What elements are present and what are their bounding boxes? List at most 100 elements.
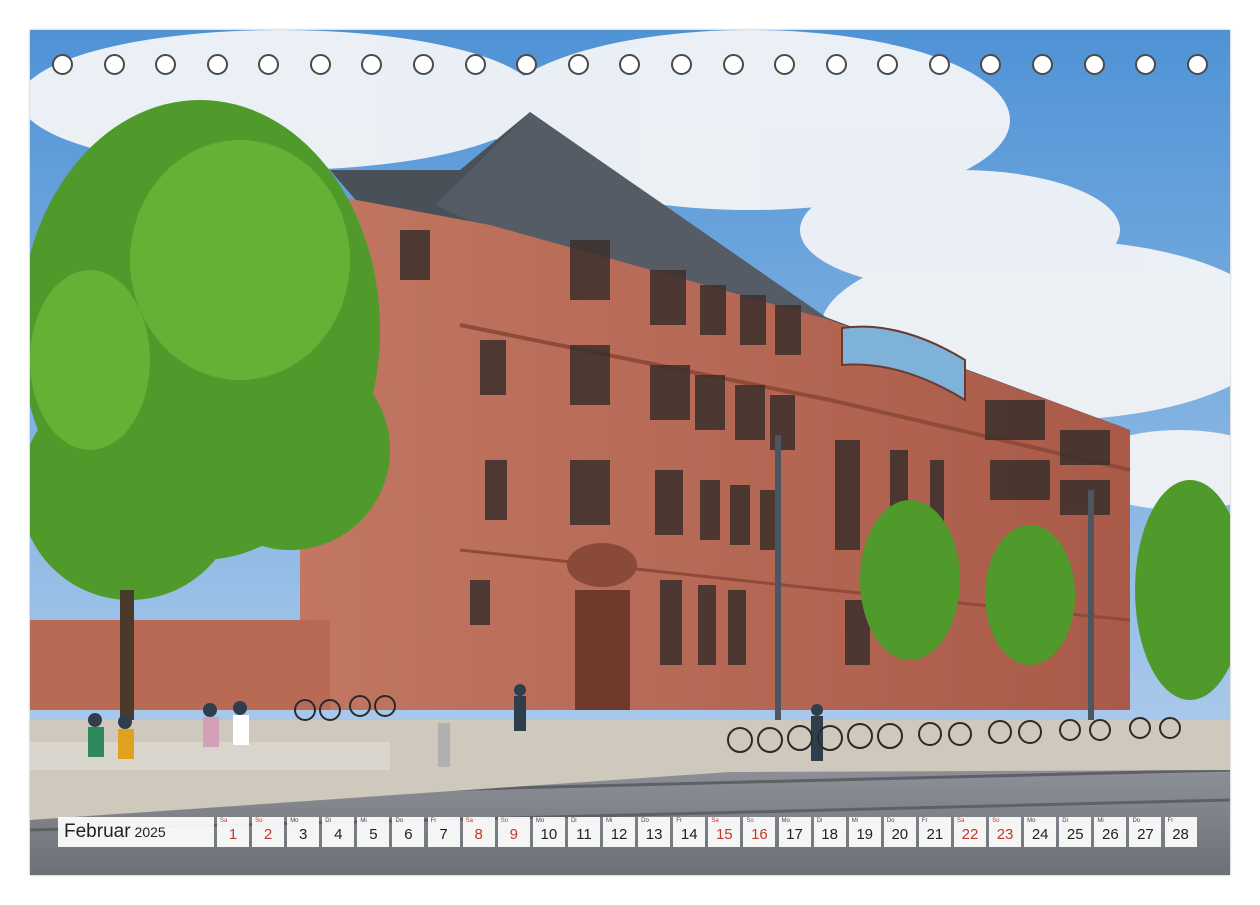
day-weekday: Fr <box>676 818 682 824</box>
day-weekday: Do <box>1132 818 1141 824</box>
day-weekday: Do <box>395 818 404 824</box>
day-weekday: Di <box>1062 818 1068 824</box>
day-cells: Sa 1 So 2 Mo 3 Di 4 Mi 5 Do 6 Fr 7 Sa 8 So 9 Mo 10 Di 11 Mi 12 D… <box>217 817 1197 847</box>
day-cell: Di 25 <box>1059 817 1092 847</box>
binding-hole <box>103 54 125 75</box>
binding-hole <box>1186 54 1208 75</box>
day-cell: Do 20 <box>883 817 916 847</box>
day-number: 16 <box>751 826 768 843</box>
day-number: 1 <box>228 826 238 843</box>
day-weekday: Mi <box>1097 818 1104 824</box>
month-name: Februar <box>64 821 131 842</box>
day-cell: Fr 7 <box>427 817 460 847</box>
binding-hole <box>825 54 847 75</box>
day-number: 26 <box>1102 826 1119 843</box>
day-cell: Do 13 <box>638 817 671 847</box>
day-number: 6 <box>404 826 413 843</box>
binding-hole <box>670 54 692 75</box>
calendar-page: Februar 2025 Sa 1 So 2 Mo 3 Di 4 Mi 5 Do 6 Fr 7 Sa 8 So 9… <box>30 30 1230 875</box>
day-cell: So 9 <box>497 817 530 847</box>
day-number: 3 <box>299 826 308 843</box>
day-cell: Mo 10 <box>532 817 565 847</box>
binding-hole <box>413 54 435 75</box>
day-weekday: Sa <box>956 818 965 824</box>
binding-hole <box>877 54 899 75</box>
photo-university-building <box>30 30 1230 875</box>
day-weekday: Mi <box>360 818 367 824</box>
binding-hole <box>258 54 280 75</box>
binding-hole <box>567 54 589 75</box>
day-number: 18 <box>821 826 838 843</box>
day-weekday: Di <box>816 818 823 824</box>
day-number: 28 <box>1172 826 1189 843</box>
day-cell: Mo 3 <box>287 817 320 847</box>
day-cell: Di 4 <box>322 817 355 847</box>
day-weekday: So <box>255 818 263 824</box>
day-weekday: Mo <box>1027 818 1036 824</box>
day-cell: Di 11 <box>567 817 600 847</box>
day-cell: Di 18 <box>813 817 846 847</box>
day-weekday: Mo <box>781 818 790 824</box>
day-cell: So 23 <box>989 817 1022 847</box>
day-cell: So 16 <box>743 817 776 847</box>
day-number: 9 <box>509 826 518 843</box>
binding-hole <box>619 54 641 75</box>
binding-hole <box>1083 54 1105 75</box>
day-number: 14 <box>680 826 698 843</box>
binding-hole <box>980 54 1002 75</box>
month-year: 2025 <box>134 824 166 840</box>
binding-hole <box>206 54 228 75</box>
day-weekday: Sa <box>711 818 719 824</box>
day-cell: Sa 15 <box>708 817 741 847</box>
binding-hole <box>928 54 950 75</box>
day-number: 20 <box>891 826 909 843</box>
day-weekday: Di <box>570 818 577 824</box>
day-cell: Mo 24 <box>1024 817 1057 847</box>
day-cell: Sa 8 <box>462 817 495 847</box>
day-cell: Mi 12 <box>603 817 636 847</box>
day-cell: Sa 1 <box>217 817 249 847</box>
day-cell: Do 27 <box>1129 817 1162 847</box>
day-number: 15 <box>715 826 733 843</box>
binding-hole <box>722 54 744 75</box>
binding-hole <box>155 54 177 75</box>
day-weekday: So <box>746 818 754 824</box>
calendar-strip: Februar 2025 Sa 1 So 2 Mo 3 Di 4 Mi 5 Do 6 Fr 7 Sa 8 So 9… <box>58 817 1197 847</box>
day-number: 10 <box>540 826 558 843</box>
month-label-box: Februar 2025 <box>58 817 214 847</box>
day-weekday: Mo <box>290 818 299 824</box>
day-weekday: So <box>992 818 1000 824</box>
day-cell: So 2 <box>252 817 285 847</box>
day-number: 17 <box>786 826 803 843</box>
day-number: 24 <box>1031 826 1049 843</box>
day-cell: Mo 17 <box>778 817 811 847</box>
day-weekday: Di <box>325 818 331 824</box>
binding-hole <box>774 54 796 75</box>
day-weekday: Mi <box>606 818 613 824</box>
binding-hole <box>516 54 538 75</box>
day-number: 21 <box>926 826 944 843</box>
day-number: 27 <box>1137 826 1154 843</box>
day-number: 4 <box>334 826 343 843</box>
day-number: 5 <box>369 826 378 843</box>
day-cell: Mi 19 <box>848 817 881 847</box>
day-number: 12 <box>610 826 628 843</box>
day-number: 8 <box>474 826 483 843</box>
day-number: 2 <box>263 826 273 843</box>
day-number: 23 <box>996 826 1014 843</box>
day-weekday: Do <box>886 818 895 824</box>
day-cell: Do 6 <box>392 817 425 847</box>
day-weekday: Sa <box>465 818 473 824</box>
day-weekday: Mi <box>851 818 859 824</box>
day-number: 7 <box>439 826 448 843</box>
day-number: 11 <box>576 826 592 843</box>
day-cell: Sa 22 <box>953 817 986 847</box>
day-number: 25 <box>1066 826 1084 843</box>
day-number: 19 <box>856 826 874 843</box>
binding-holes <box>52 54 1208 80</box>
day-weekday: Fr <box>430 818 437 824</box>
day-cell: Fr 14 <box>673 817 706 847</box>
day-cell: Mi 26 <box>1094 817 1127 847</box>
day-weekday: Fr <box>921 818 928 824</box>
binding-hole <box>1031 54 1053 75</box>
